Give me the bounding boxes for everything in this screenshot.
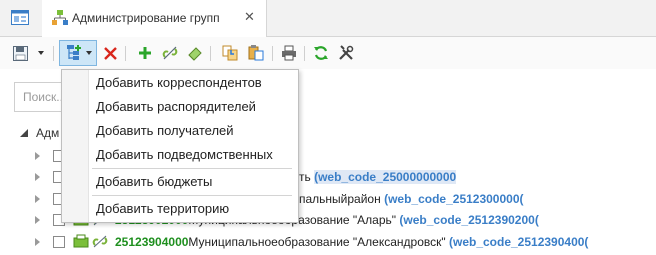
row-webcode: (web_code_25000000000 bbox=[314, 170, 457, 184]
home-tab[interactable] bbox=[0, 0, 43, 36]
print-icon bbox=[282, 45, 296, 61]
save-button[interactable] bbox=[10, 43, 30, 63]
menu-item-add-managers[interactable]: Добавить распорядителей bbox=[96, 99, 256, 114]
paste-icon bbox=[248, 45, 264, 61]
tab-label: Администрирование групп bbox=[72, 11, 220, 25]
tools-button[interactable] bbox=[336, 43, 356, 63]
add-hierarchy-button[interactable] bbox=[64, 43, 84, 63]
unlink-icon bbox=[162, 46, 178, 60]
refresh-button[interactable] bbox=[311, 43, 331, 63]
close-icon[interactable]: ✕ bbox=[244, 9, 255, 25]
row-webcode: (web_code_2512390400( bbox=[448, 235, 589, 249]
expand-arrow-icon[interactable] bbox=[35, 152, 40, 160]
eraser-button[interactable] bbox=[185, 43, 205, 63]
dropdown-arrow-icon bbox=[86, 51, 92, 55]
menu-separator bbox=[92, 195, 292, 196]
row-icons bbox=[73, 234, 108, 255]
menu-item-add-territory[interactable]: Добавить территорию bbox=[96, 201, 229, 216]
unlink-button[interactable] bbox=[160, 43, 180, 63]
separator bbox=[272, 46, 273, 61]
save-dropdown[interactable] bbox=[35, 43, 47, 63]
menu-gutter bbox=[62, 70, 89, 222]
tab-bar: Администрирование групп ✕ bbox=[0, 0, 656, 37]
dropdown-arrow-icon bbox=[38, 51, 44, 55]
add-button[interactable] bbox=[135, 43, 155, 63]
window-icon bbox=[11, 10, 29, 25]
separator bbox=[304, 46, 305, 61]
print-button[interactable] bbox=[279, 43, 299, 63]
refresh-icon bbox=[314, 46, 328, 60]
row-checkbox[interactable] bbox=[53, 236, 65, 248]
paste-button[interactable] bbox=[246, 43, 266, 63]
tree-root[interactable]: Адм bbox=[20, 125, 59, 140]
separator bbox=[210, 46, 211, 61]
row-text: 25123904000Муниципальноеобразование "Але… bbox=[115, 232, 588, 252]
collapse-arrow-icon[interactable] bbox=[20, 128, 28, 137]
expand-arrow-icon[interactable] bbox=[35, 195, 40, 203]
menu-item-add-recipients[interactable]: Добавить получателей bbox=[96, 123, 234, 138]
menu-item-add-budgets[interactable]: Добавить бюджеты bbox=[96, 174, 212, 189]
add-hierarchy-icon bbox=[67, 44, 81, 60]
expand-arrow-icon[interactable] bbox=[35, 173, 40, 181]
menu-item-add-correspondents[interactable]: Добавить корреспондентов bbox=[96, 75, 262, 90]
row-webcode: (web_code_2512300000( bbox=[384, 192, 524, 206]
copy-button[interactable] bbox=[220, 43, 240, 63]
tools-icon bbox=[339, 45, 354, 60]
row-text: пальныйрайон (web_code_2512300000( bbox=[299, 189, 524, 209]
toolbar bbox=[0, 37, 656, 69]
menu-item-add-subordinates[interactable]: Добавить подведомственных bbox=[96, 147, 273, 162]
expand-arrow-icon[interactable] bbox=[35, 238, 40, 246]
separator bbox=[125, 46, 126, 61]
tab-group-admin[interactable]: Администрирование групп ✕ bbox=[42, 0, 267, 37]
delete-button[interactable] bbox=[100, 43, 120, 63]
eraser-icon bbox=[188, 47, 202, 61]
menu-separator bbox=[92, 168, 292, 169]
copy-icon bbox=[222, 45, 238, 61]
row-name: Муниципальноеобразование "Александровск" bbox=[188, 235, 446, 249]
add-entities-menu: Добавить корреспондентов Добавить распор… bbox=[61, 69, 299, 223]
separator bbox=[53, 46, 54, 61]
save-icon bbox=[12, 45, 28, 61]
row-name: ть bbox=[299, 170, 311, 184]
printer-folder-icon bbox=[73, 234, 89, 248]
tree-row[interactable]: 25123904000Муниципальноеобразование "Але… bbox=[35, 232, 655, 252]
add-icon bbox=[139, 47, 151, 59]
row-text: ть (web_code_25000000000 bbox=[299, 167, 457, 187]
add-entities-dropdown[interactable] bbox=[84, 43, 94, 63]
tree-root-label: Адм bbox=[36, 125, 60, 140]
row-code: 25123904000 bbox=[115, 235, 189, 249]
row-name: пальныйрайон bbox=[299, 192, 381, 206]
expand-arrow-icon[interactable] bbox=[35, 216, 40, 224]
hierarchy-icon bbox=[52, 10, 68, 25]
row-webcode: (web_code_2512390200( bbox=[399, 213, 539, 227]
delete-icon bbox=[103, 46, 117, 60]
link-icon bbox=[93, 235, 108, 248]
